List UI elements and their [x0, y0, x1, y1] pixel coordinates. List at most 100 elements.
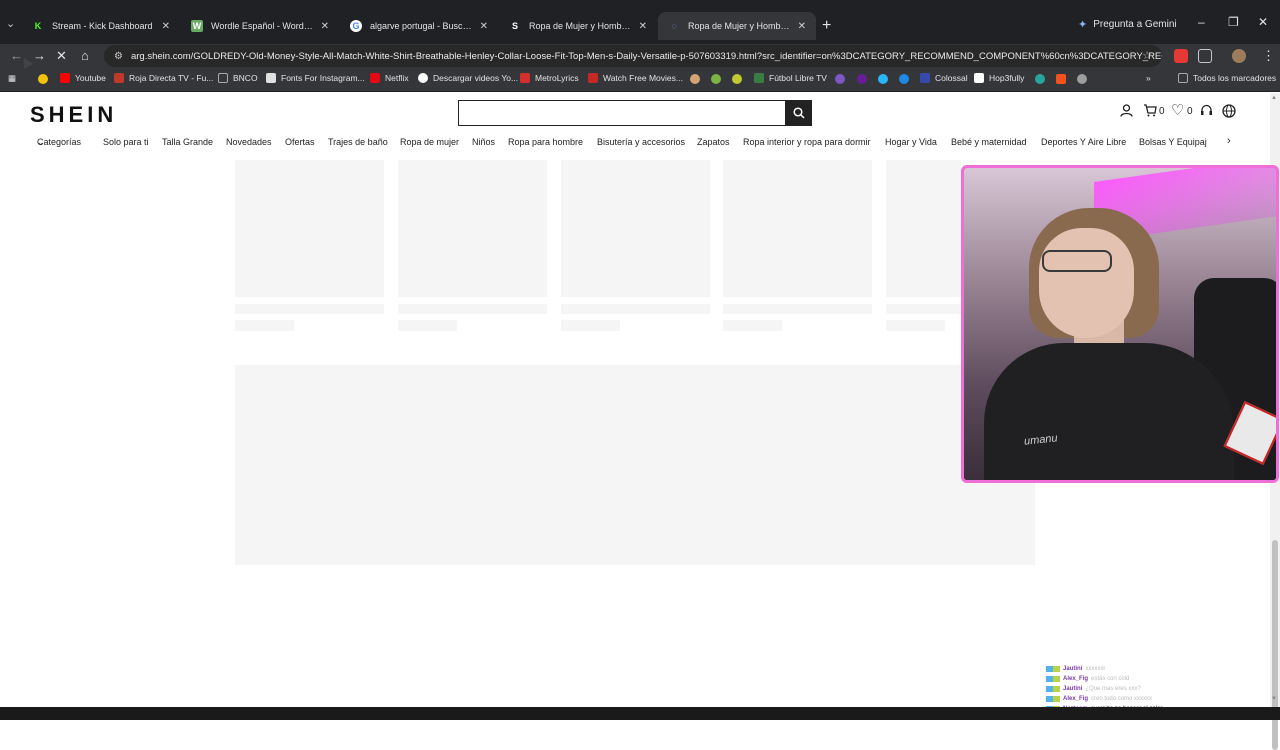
bookmark-roja-directa[interactable]: Roja Directa TV - Fu...	[114, 73, 213, 83]
bookmark-colossal[interactable]: Colossal	[920, 73, 968, 83]
scroll-up-icon[interactable]: ▲	[1271, 95, 1277, 101]
bookmark-icon-6[interactable]	[899, 74, 909, 84]
scroll-down-icon[interactable]: ▼	[1271, 696, 1277, 702]
tab-shein-1[interactable]: S Ropa de Mujer y Hombre, Compra ✕	[499, 12, 657, 40]
microsoft-icon[interactable]	[1056, 74, 1066, 84]
nav-ropa-de-mujer[interactable]: Ropa de mujer	[400, 137, 459, 147]
nav-zapatos[interactable]: Zapatos	[697, 137, 730, 147]
bookmark-label: Colossal	[935, 73, 968, 83]
menu-kebab-icon[interactable]: ⋮	[1262, 48, 1275, 64]
tab-shein-active[interactable]: ◌ Ropa de Mujer y Hombre, Compra ✕	[658, 12, 816, 40]
bookmark-bnco[interactable]: BNCO	[218, 73, 258, 83]
nav-talla-grande[interactable]: Talla Grande	[162, 137, 213, 147]
nav-ropa-para-hombre[interactable]: Ropa para hombre	[508, 137, 583, 147]
shein-header: SHEIN 0 ♡ 0 Categorías ⌄ Solo para ti Ta…	[0, 93, 1270, 157]
tab-label: Ropa de Mujer y Hombre, Compra	[529, 21, 633, 31]
skeleton-card	[723, 160, 872, 297]
chevron-right-icon[interactable]: ›	[1227, 135, 1231, 147]
category-nav: Categorías ⌄ Solo para ti Talla Grande N…	[0, 135, 1270, 153]
search-input[interactable]	[458, 100, 786, 126]
nav-trajes-de-bano[interactable]: Trajes de baño	[328, 137, 388, 147]
tab-wordle[interactable]: W Wordle Español - Wordle ilimitado ✕	[181, 12, 339, 40]
tab-google[interactable]: G algarve portugal - Buscar con Google ✕	[340, 12, 498, 40]
skeleton-title	[561, 304, 710, 314]
nav-deportes[interactable]: Deportes Y Aire Libre	[1041, 137, 1126, 147]
bookmarks-bar: ▦ Youtube Roja Directa TV - Fu... BNCO F…	[0, 68, 1280, 92]
all-bookmarks-label: Todos los marcadores	[1193, 73, 1277, 83]
all-bookmarks[interactable]: Todos los marcadores	[1178, 73, 1276, 83]
kick-icon: K	[34, 21, 42, 31]
bookmarks-overflow-icon[interactable]: »	[1146, 73, 1151, 83]
chat-user: Jautini	[1063, 666, 1083, 672]
gemini-icon: ✦	[1078, 19, 1088, 31]
new-tab-button[interactable]: +	[822, 18, 831, 34]
skeleton-price	[561, 320, 620, 331]
nav-bebe-y-maternidad[interactable]: Bebé y maternidad	[951, 137, 1027, 147]
browser-toolbar: ← → ✕ ⌂ ⚙ arg.shein.com/GOLDREDY-Old-Mon…	[0, 44, 1280, 68]
bookmark-fonts[interactable]: Fonts For Instagram...	[266, 73, 365, 83]
bookmark-star-icon[interactable]: ☆	[1142, 49, 1152, 62]
home-icon[interactable]: ⌂	[81, 48, 89, 63]
close-icon[interactable]: ✕	[321, 21, 329, 32]
bookmark-icon-1[interactable]	[690, 74, 700, 84]
extensions-puzzle-icon[interactable]	[1198, 49, 1212, 63]
bookmark-watch-movies[interactable]: Watch Free Movies...	[588, 73, 683, 83]
nav-hogar-y-vida[interactable]: Hogar y Vida	[885, 137, 937, 147]
close-icon[interactable]: ✕	[480, 21, 488, 32]
nav-bolsas[interactable]: Bolsas Y Equipaje	[1139, 137, 1207, 147]
bookmark-icon-4[interactable]	[835, 74, 845, 84]
bookmark-netflix[interactable]: Netflix	[370, 73, 409, 83]
chat-badges-icon	[1046, 696, 1060, 702]
skeleton-card	[398, 160, 547, 297]
nav-novedades[interactable]: Novedades	[226, 137, 272, 147]
tab-search-icon[interactable]: ⌄	[6, 17, 15, 30]
nav-ninos[interactable]: Niños	[472, 137, 495, 147]
close-icon[interactable]: ✕	[639, 21, 647, 32]
chat-badges-icon	[1046, 666, 1060, 672]
gemini-button[interactable]: ✦ Pregunta a Gemini	[1078, 18, 1177, 31]
minimize-icon[interactable]: –	[1198, 15, 1205, 29]
close-icon[interactable]: ✕	[162, 21, 170, 32]
cart-icon[interactable]	[1143, 104, 1157, 120]
bookmark-icon-2[interactable]	[711, 74, 721, 84]
nav-solo-para-ti[interactable]: Solo para ti	[103, 137, 149, 147]
nav-ofertas[interactable]: Ofertas	[285, 137, 315, 147]
user-icon[interactable]	[1120, 104, 1133, 120]
stop-loading-icon[interactable]: ✕	[56, 48, 67, 64]
restore-icon[interactable]: ❐	[1228, 15, 1239, 29]
apps-icon[interactable]: ▦	[8, 73, 16, 84]
bookmark-icon-5[interactable]	[878, 74, 888, 84]
close-window-icon[interactable]: ✕	[1258, 15, 1268, 29]
support-headset-icon[interactable]	[1200, 104, 1213, 120]
nav-ropa-interior[interactable]: Ropa interior y ropa para dormir	[743, 137, 871, 147]
bookmark-futbol-libre[interactable]: Fútbol Libre TV	[754, 73, 827, 83]
site-info-icon[interactable]: ⚙	[114, 51, 123, 62]
wishlist-heart-icon[interactable]: ♡	[1171, 101, 1184, 119]
emoji-bookmark-icon[interactable]	[38, 74, 48, 84]
language-globe-icon[interactable]	[1222, 104, 1236, 121]
extension-icon[interactable]	[1174, 49, 1188, 63]
yahoo-icon[interactable]	[857, 74, 867, 84]
chat-text: xxxxxxl	[1085, 666, 1105, 672]
tab-kick[interactable]: K Stream - Kick Dashboard ✕	[22, 12, 180, 40]
bookmark-label: Fonts For Instagram...	[281, 73, 365, 83]
globe-icon[interactable]	[1077, 74, 1087, 84]
address-bar[interactable]: ⚙ arg.shein.com/GOLDREDY-Old-Money-Style…	[104, 45, 1162, 67]
bookmark-metrolyrics[interactable]: MetroLyrics	[520, 73, 579, 83]
bookmark-youtube[interactable]: Youtube	[60, 73, 106, 83]
bookmark-hop3fully[interactable]: Hop3fully	[974, 73, 1024, 83]
forward-icon[interactable]: →	[33, 48, 46, 63]
bookmark-icon-3[interactable]	[732, 74, 742, 84]
tab-label: algarve portugal - Buscar con Google	[370, 21, 474, 31]
search-button[interactable]	[786, 100, 812, 126]
shein-logo[interactable]: SHEIN	[30, 102, 117, 128]
profile-avatar[interactable]	[1232, 49, 1246, 63]
bookmark-descargar[interactable]: Descargar videos Yo...	[418, 73, 518, 83]
webcam-face	[1039, 228, 1134, 338]
chat-badges-icon	[1046, 676, 1060, 682]
nav-bisuteria[interactable]: Bisutería y accesorios	[597, 137, 685, 147]
bookmark-icon-7[interactable]	[1035, 74, 1045, 84]
url-text[interactable]: arg.shein.com/GOLDREDY-Old-Money-Style-A…	[131, 51, 1162, 62]
close-icon[interactable]: ✕	[798, 21, 806, 32]
futbol-icon	[754, 73, 764, 83]
